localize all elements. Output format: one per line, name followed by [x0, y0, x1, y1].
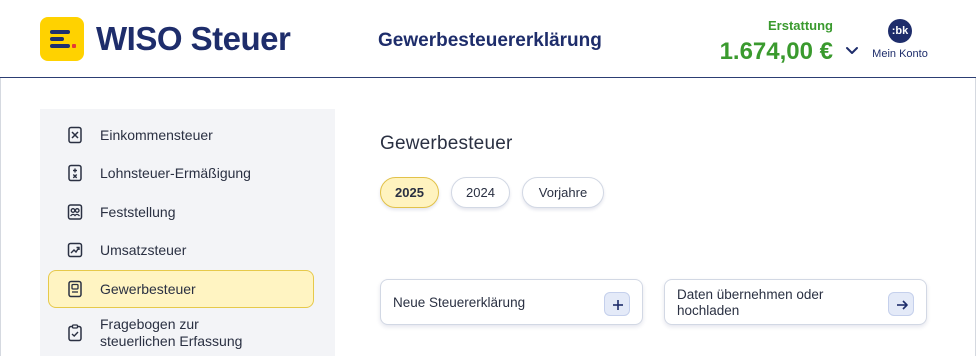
new-tax-return-button[interactable]: Neue Steuererklärung — [380, 279, 643, 325]
sidebar-item-lohnsteuer-ermaessigung[interactable]: Lohnsteuer-Ermäßigung — [48, 154, 314, 192]
business-doc-icon — [68, 280, 82, 298]
card-label: Daten übernehmen oder hochladen — [677, 287, 823, 319]
tab-year-2024[interactable]: 2024 — [451, 177, 510, 208]
sidebar-item-fragebogen[interactable]: Fragebogen zur steuerlichen Erfassung — [48, 311, 314, 355]
sidebar-item-label-line: Fragebogen zur — [100, 316, 199, 332]
sidebar-item-einkommensteuer[interactable]: Einkommensteuer — [48, 116, 314, 154]
page-title: Gewerbesteuer — [380, 133, 513, 154]
refund-label: Erstattung — [768, 18, 833, 33]
card-label: Neue Steuererklärung — [393, 295, 526, 310]
plus-icon[interactable] — [604, 292, 630, 316]
import-data-button[interactable]: Daten übernehmen oder hochladen — [664, 279, 927, 325]
tab-year-2025[interactable]: 2025 — [380, 177, 439, 208]
sidebar-item-label-line: steuerlichen Erfassung — [100, 333, 243, 349]
brand-name: WISO Steuer — [96, 20, 291, 57]
document-title: Gewerbesteuererklärung — [378, 30, 602, 51]
card-label-line: hochladen — [677, 303, 740, 318]
chart-trend-icon — [67, 242, 83, 258]
account-avatar[interactable]: :bk — [888, 19, 912, 43]
sidebar-item-label: Feststellung — [100, 204, 176, 220]
sidebar-item-feststellung[interactable]: Feststellung — [48, 193, 314, 231]
tax-form-icon — [68, 126, 82, 144]
chevron-down-icon[interactable] — [844, 44, 860, 58]
sidebar-item-label: Lohnsteuer-Ermäßigung — [100, 165, 251, 181]
sidebar: Einkommensteuer Lohnsteuer-Ermäßigung Fe… — [40, 109, 335, 356]
calculator-doc-icon — [68, 164, 82, 182]
account-label[interactable]: Mein Konto — [862, 48, 938, 60]
top-header: WISO Steuer Gewerbesteuererklärung Ersta… — [0, 0, 976, 78]
sidebar-item-label: Gewerbesteuer — [100, 281, 196, 297]
clipboard-check-icon — [68, 324, 82, 342]
arrow-right-icon[interactable] — [888, 292, 914, 316]
tab-vorjahre[interactable]: Vorjahre — [522, 177, 604, 208]
card-label-line: Daten übernehmen oder — [677, 287, 824, 302]
people-doc-icon — [67, 204, 83, 220]
refund-amount: 1.674,00 € — [719, 38, 833, 65]
sidebar-item-label: Umsatzsteuer — [100, 242, 187, 258]
sidebar-item-label: Einkommensteuer — [100, 127, 213, 143]
wiso-logo-icon[interactable] — [40, 17, 84, 61]
sidebar-item-gewerbesteuer[interactable]: Gewerbesteuer — [48, 270, 314, 308]
sidebar-item-umsatzsteuer[interactable]: Umsatzsteuer — [48, 231, 314, 269]
sidebar-item-label: Fragebogen zur steuerlichen Erfassung — [100, 316, 242, 350]
